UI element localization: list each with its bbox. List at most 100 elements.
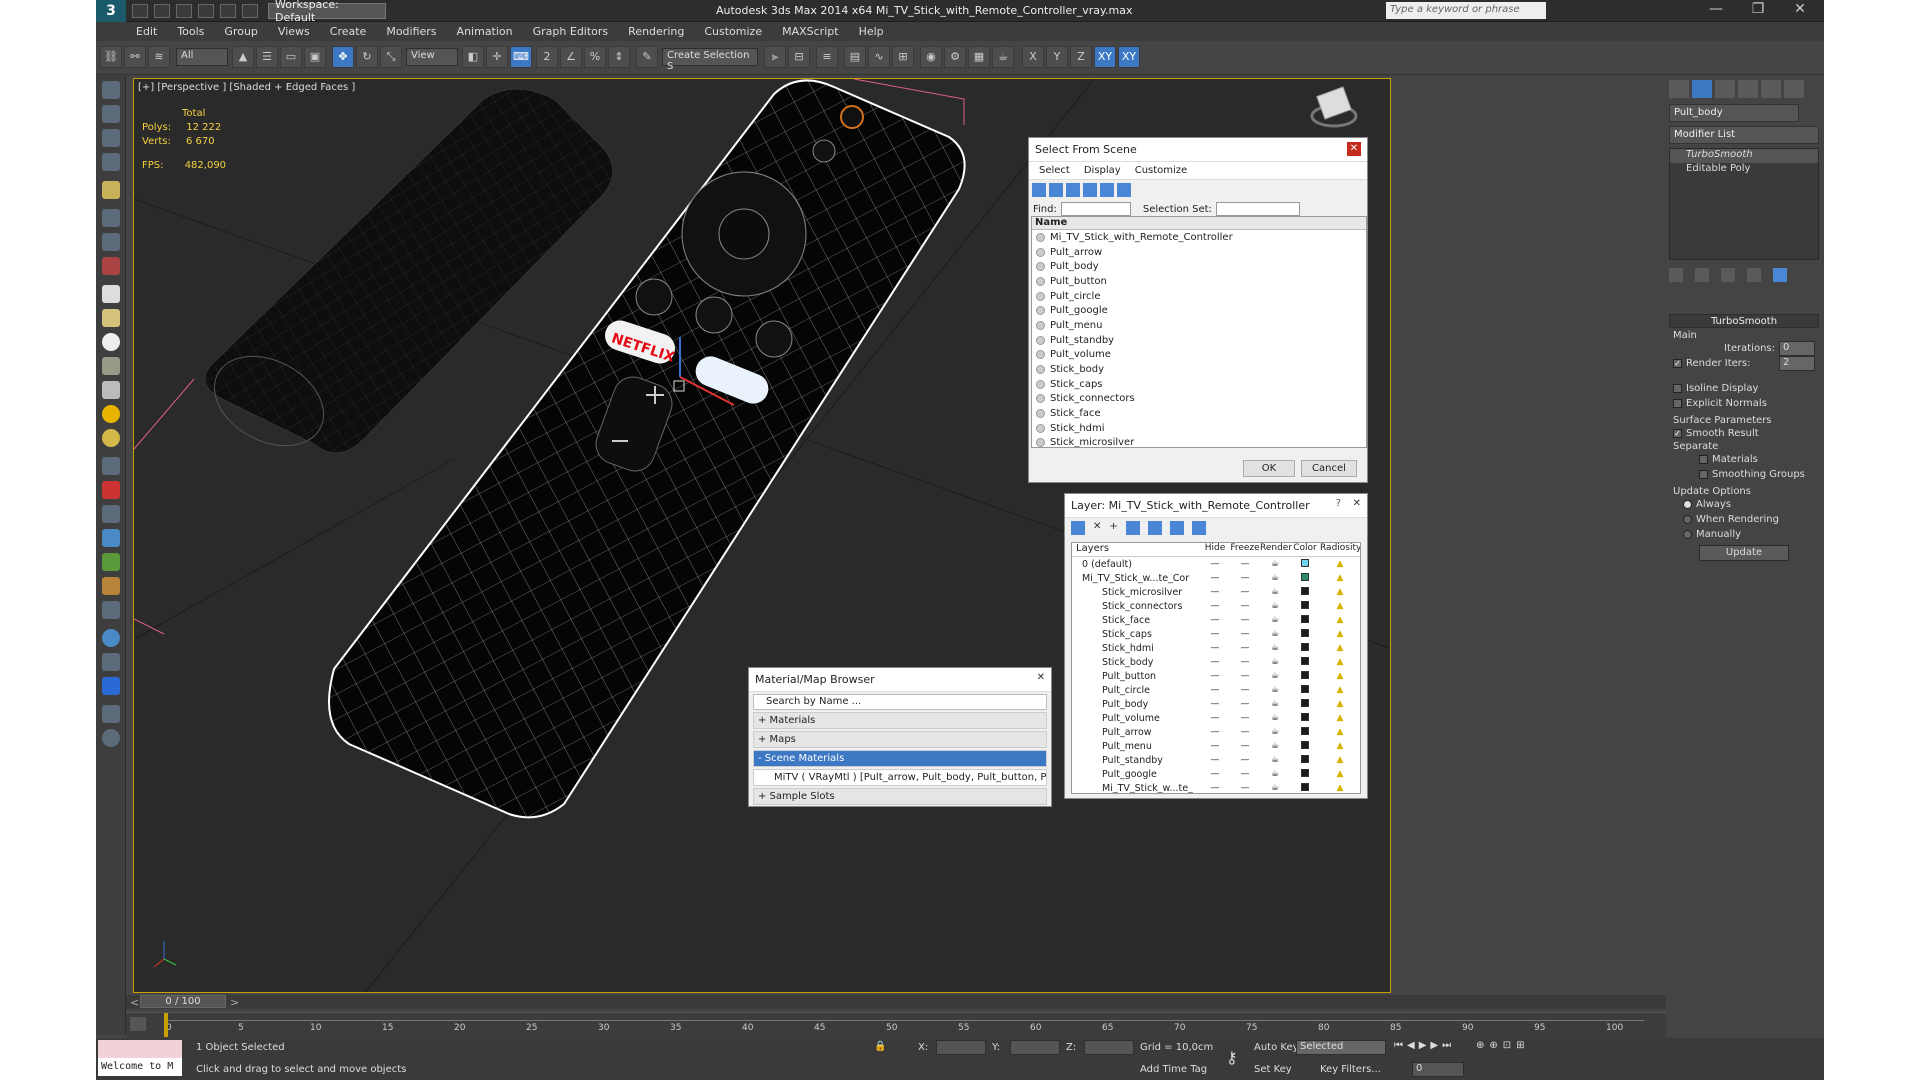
sphere-gizmo-icon[interactable] — [102, 209, 120, 227]
sfs-menu-display[interactable]: Display — [1084, 165, 1121, 176]
display-tab-icon[interactable] — [1761, 80, 1781, 98]
render-teapot-icon[interactable]: ☕ — [1260, 727, 1290, 737]
rendered-frame-icon[interactable]: ▦ — [968, 46, 990, 68]
cancel-button[interactable]: Cancel — [1301, 460, 1357, 477]
render-teapot-icon[interactable]: ☕ — [1260, 573, 1290, 583]
hide-toggle[interactable]: — — [1200, 727, 1230, 737]
layer-name[interactable]: Stick_caps — [1072, 629, 1200, 640]
update-always-radio[interactable] — [1683, 500, 1692, 509]
scene-object-row[interactable]: Stick_hdmi — [1032, 421, 1366, 436]
layer-row[interactable]: Pult_circle — — ☕ ▲ — [1072, 683, 1360, 697]
selection-set-dropdown[interactable] — [1215, 202, 1300, 216]
x-coord-input[interactable] — [936, 1040, 986, 1055]
cone-icon[interactable] — [102, 381, 120, 399]
render-teapot-icon[interactable]: ☕ — [1260, 643, 1290, 653]
layer-color-swatch[interactable] — [1290, 782, 1320, 794]
layer-color-swatch[interactable] — [1290, 754, 1320, 766]
iterations-spinner[interactable]: 0 — [1779, 341, 1815, 356]
layer-row[interactable]: Pult_button — — ☕ ▲ — [1072, 669, 1360, 683]
prev-frame-icon[interactable]: < — [130, 996, 139, 1009]
stack-item-editable-poly[interactable]: Editable Poly — [1670, 163, 1818, 177]
make-unique-icon[interactable] — [1721, 268, 1735, 282]
freeze-all-icon[interactable] — [1191, 521, 1206, 535]
freeze-toggle[interactable]: — — [1230, 671, 1260, 681]
layer-color-swatch[interactable] — [1290, 642, 1320, 654]
layer-name[interactable]: Pult_google — [1072, 769, 1200, 780]
freeze-toggle[interactable]: — — [1230, 685, 1260, 695]
edit-named-selection-icon[interactable]: ✎ — [636, 46, 658, 68]
render-iters-checkbox[interactable]: ✓ — [1673, 359, 1682, 368]
radiosity-icon[interactable]: ▲ — [1320, 699, 1360, 709]
radiosity-icon[interactable]: ▲ — [1320, 783, 1360, 793]
utilities-tab-icon[interactable] — [1784, 80, 1804, 98]
vray-icon[interactable] — [102, 677, 120, 695]
radiosity-icon[interactable]: ▲ — [1320, 713, 1360, 723]
separate-materials-checkbox[interactable] — [1699, 455, 1708, 464]
maxscript-listener-input[interactable]: Welcome to M — [98, 1058, 182, 1076]
rollout-header[interactable]: TurboSmooth — [1669, 314, 1819, 328]
camera-icon[interactable] — [102, 505, 120, 523]
dynamics-icon[interactable] — [102, 481, 120, 499]
minimize-icon[interactable]: — — [1696, 1, 1736, 21]
scene-object-row[interactable]: Stick_microsilver — [1032, 436, 1366, 447]
auto-key-button[interactable]: Auto Key — [1254, 1042, 1299, 1053]
lightbulb-icon[interactable] — [102, 181, 120, 199]
radiosity-icon[interactable]: ▲ — [1320, 643, 1360, 653]
layer-name[interactable]: Pult_arrow — [1072, 727, 1200, 738]
hide-toggle[interactable]: — — [1200, 685, 1230, 695]
select-move-icon[interactable]: ✥ — [332, 46, 354, 68]
radiosity-icon[interactable]: ▲ — [1320, 559, 1360, 569]
freeze-toggle[interactable]: — — [1230, 559, 1260, 569]
hide-toggle[interactable]: — — [1200, 671, 1230, 681]
hide-toggle[interactable]: — — [1200, 629, 1230, 639]
isoline-checkbox[interactable] — [1673, 384, 1682, 393]
keyboard-shortcut-icon[interactable]: ⌨ — [510, 46, 532, 68]
project-folder-icon[interactable] — [242, 3, 258, 18]
axis-xy-cycle-button[interactable]: XY — [1118, 46, 1140, 68]
select-by-name-icon[interactable]: ☰ — [256, 46, 278, 68]
menu-graph-editors[interactable]: Graph Editors — [523, 25, 619, 38]
sfs-menu-customize[interactable]: Customize — [1135, 165, 1188, 176]
radiosity-icon[interactable]: ▲ — [1320, 601, 1360, 611]
filter-helpers-icon[interactable] — [1100, 183, 1114, 197]
environment-icon[interactable] — [102, 629, 120, 647]
layer-name[interactable]: Pult_menu — [1072, 741, 1200, 752]
percent-snap-icon[interactable]: % — [584, 46, 606, 68]
time-slider-thumb[interactable]: 0 / 100 — [140, 995, 226, 1008]
hide-toggle[interactable]: — — [1200, 615, 1230, 625]
freeze-toggle[interactable]: — — [1230, 601, 1260, 611]
scene-object-row[interactable]: Pult_arrow — [1032, 245, 1366, 260]
motion-tab-icon[interactable] — [1738, 80, 1758, 98]
hide-toggle[interactable]: — — [1200, 657, 1230, 667]
layer-row[interactable]: 0 (default) — — ☕ ▲ — [1072, 557, 1360, 571]
scene-object-row[interactable]: Mi_TV_Stick_with_Remote_Controller — [1032, 230, 1366, 245]
layer-name[interactable]: Pult_button — [1072, 671, 1200, 682]
freeze-toggle[interactable]: — — [1230, 657, 1260, 667]
col-radiosity[interactable]: Radiosity — [1320, 543, 1360, 556]
scene-object-row[interactable]: Pult_google — [1032, 303, 1366, 318]
radiosity-icon[interactable]: ▲ — [1320, 741, 1360, 751]
freeze-toggle[interactable]: — — [1230, 727, 1260, 737]
layer-color-swatch[interactable] — [1290, 698, 1320, 710]
layer-name[interactable]: Mi_TV_Stick_w...te_Cor — [1072, 573, 1200, 584]
render-iters-spinner[interactable]: 2 — [1779, 356, 1815, 371]
scene-object-row[interactable]: Stick_caps — [1032, 377, 1366, 392]
radiosity-icon[interactable]: ▲ — [1320, 587, 1360, 597]
layer-row[interactable]: Mi_TV_Stick_w...te_ — — ☕ ▲ — [1072, 781, 1360, 794]
layer-name[interactable]: Stick_connectors — [1072, 601, 1200, 612]
layer-color-swatch[interactable] — [1290, 656, 1320, 668]
freeze-toggle[interactable]: — — [1230, 699, 1260, 709]
menu-edit[interactable]: Edit — [126, 25, 167, 38]
time-slider[interactable]: < 0 / 100 > — [126, 995, 1666, 1009]
sfs-menu-select[interactable]: Select — [1039, 165, 1070, 176]
layer-color-swatch[interactable] — [1290, 614, 1320, 626]
axis-z-button[interactable]: Z — [1070, 46, 1092, 68]
delete-layer-icon[interactable]: ✕ — [1093, 521, 1101, 535]
freeze-toggle[interactable]: — — [1230, 741, 1260, 751]
smooth-result-checkbox[interactable]: ✓ — [1673, 429, 1682, 438]
help-search-input[interactable]: Type a keyword or phrase — [1386, 2, 1546, 19]
menu-views[interactable]: Views — [268, 25, 320, 38]
y-coord-input[interactable] — [1010, 1040, 1060, 1055]
hide-toggle[interactable]: — — [1200, 559, 1230, 569]
set-key-button[interactable]: Set Key — [1254, 1064, 1292, 1075]
